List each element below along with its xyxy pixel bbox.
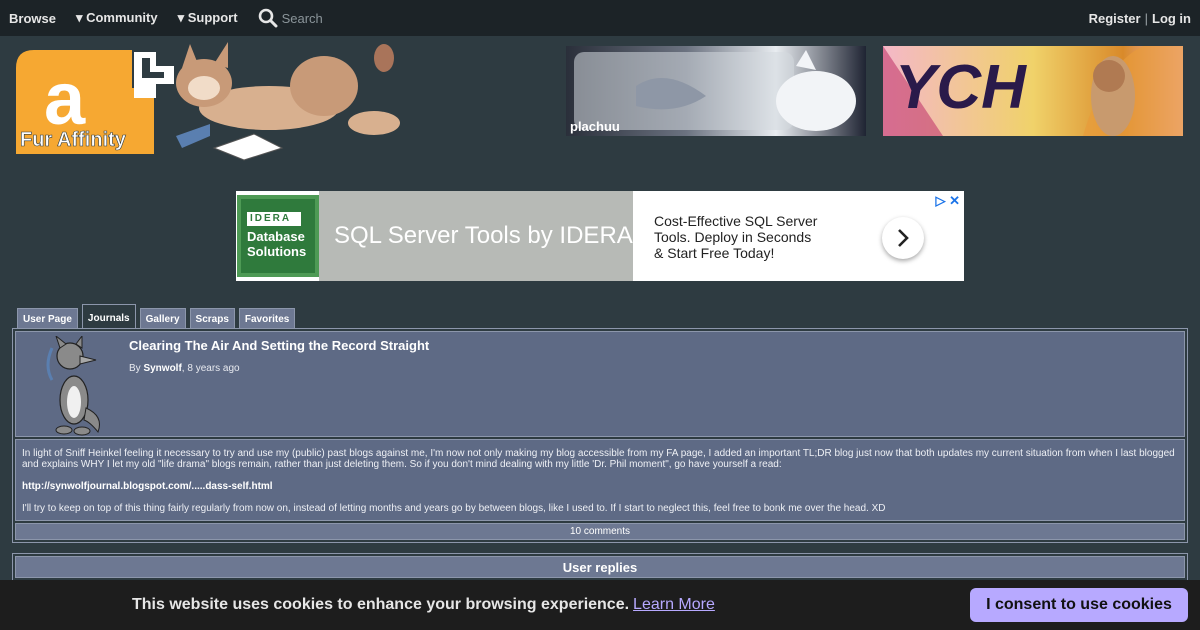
ad-brand: IDERA bbox=[247, 212, 301, 226]
comments-link[interactable]: 10 comments bbox=[15, 523, 1185, 540]
journal-link[interactable]: http://synwolfjournal.blogspot.com/.....… bbox=[22, 481, 1178, 492]
journal-paragraph: I'll try to keep on top of this thing fa… bbox=[22, 503, 886, 514]
journal-entry: Clearing The Air And Setting the Record … bbox=[12, 328, 1188, 543]
cookie-banner: This website uses cookies to enhance you… bbox=[0, 580, 1200, 630]
banner-plachuu[interactable]: plachuu bbox=[566, 46, 866, 136]
register-link[interactable]: Register bbox=[1089, 11, 1141, 26]
site-logo[interactable]: a Fur Affinity bbox=[14, 38, 424, 162]
ad-next-button[interactable] bbox=[882, 217, 924, 259]
banner-label: plachuu bbox=[570, 119, 620, 134]
cookie-message: This website uses cookies to enhance you… bbox=[132, 596, 630, 613]
learn-more-link[interactable]: Learn More bbox=[633, 596, 715, 614]
chevron-right-icon bbox=[898, 229, 909, 247]
ad-logo: IDERA Database Solutions bbox=[237, 195, 319, 277]
avatar[interactable] bbox=[38, 336, 108, 436]
ad-body: Cost-Effective SQL Server Tools. Deploy … bbox=[654, 213, 818, 261]
author-link[interactable]: Synwolf bbox=[143, 363, 181, 374]
top-nav: Browse ▾ Community ▾ Support Register| Lo… bbox=[0, 0, 1200, 36]
user-replies-section: User replies bbox=[12, 553, 1188, 583]
login-link[interactable]: Log in bbox=[1152, 11, 1191, 26]
ad-logo-text: Database Solutions bbox=[247, 228, 307, 259]
advertisement[interactable]: IDERA Database Solutions SQL Server Tool… bbox=[236, 191, 964, 281]
auth-separator: | bbox=[1144, 10, 1148, 26]
tab-scraps[interactable]: Scraps bbox=[189, 308, 235, 328]
logo-text: Fur Affinity bbox=[20, 129, 127, 151]
journal-body: In light of Sniff Heinkel feeling it nec… bbox=[15, 439, 1185, 521]
journal-age: , 8 years ago bbox=[181, 363, 240, 374]
profile-tabs: User Page Journals Gallery Scraps Favori… bbox=[17, 304, 296, 328]
ad-choices-badge[interactable]: ▷ ✕ bbox=[935, 193, 960, 209]
search-icon[interactable] bbox=[258, 8, 278, 28]
logo-mark: a bbox=[44, 57, 86, 140]
tab-journals[interactable]: Journals bbox=[81, 304, 136, 328]
nav-browse[interactable]: Browse bbox=[9, 11, 56, 26]
journal-byline: By Synwolf, 8 years ago bbox=[129, 363, 240, 374]
tab-gallery[interactable]: Gallery bbox=[139, 308, 186, 328]
search-input[interactable] bbox=[281, 10, 422, 26]
journal-title: Clearing The Air And Setting the Record … bbox=[129, 338, 430, 353]
user-replies-header: User replies bbox=[15, 556, 1185, 578]
cookie-consent-button[interactable]: I consent to use cookies bbox=[970, 588, 1188, 622]
banner-label: YCH bbox=[895, 53, 1026, 122]
nav-support[interactable]: ▾ Support bbox=[178, 10, 238, 26]
tab-user-page[interactable]: User Page bbox=[17, 308, 78, 328]
tab-favorites[interactable]: Favorites bbox=[238, 308, 296, 328]
byline-prefix: By bbox=[129, 363, 144, 374]
mascot-illustration bbox=[176, 42, 400, 161]
journal-paragraph: In light of Sniff Heinkel feeling it nec… bbox=[22, 448, 1175, 470]
search-box bbox=[258, 8, 422, 28]
banner-ych[interactable]: YCH bbox=[883, 46, 1183, 136]
nav-community[interactable]: ▾ Community bbox=[76, 10, 158, 26]
ad-headline: SQL Server Tools by IDERA bbox=[319, 191, 633, 281]
journal-header: Clearing The Air And Setting the Record … bbox=[15, 331, 1185, 437]
auth-links: Register | Log in bbox=[1089, 11, 1191, 26]
